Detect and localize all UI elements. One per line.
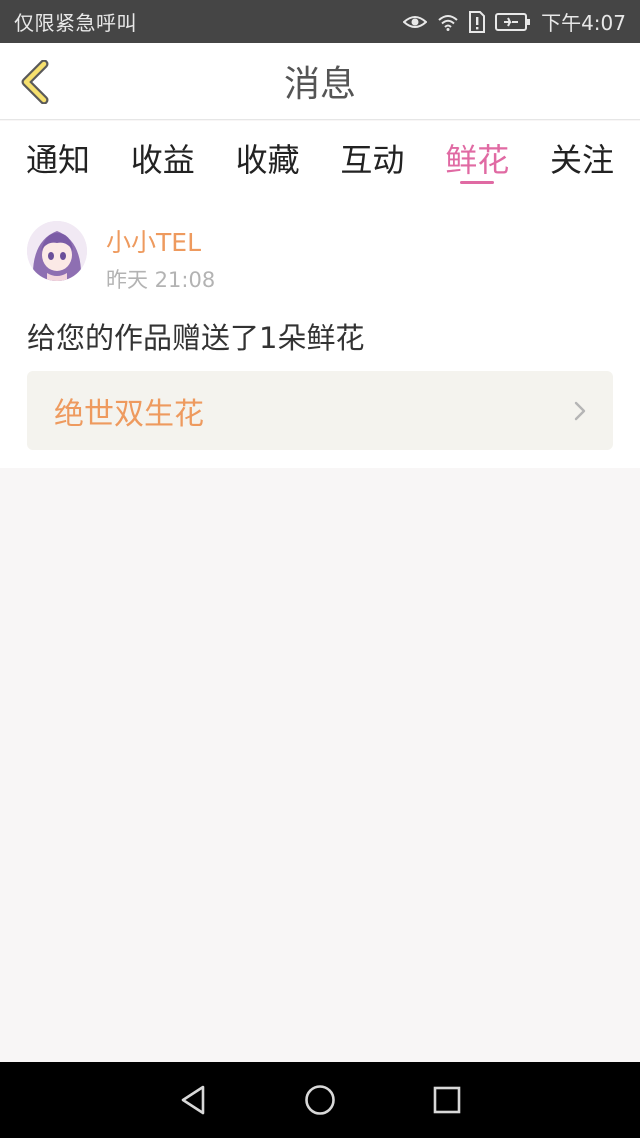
chevron-right-icon [574, 401, 586, 420]
avatar[interactable] [27, 221, 87, 281]
avatar-image [27, 221, 87, 281]
status-icons: 下午4:07 [403, 7, 626, 36]
chevron-left-icon [21, 60, 49, 104]
tab-favorites[interactable]: 收藏 [236, 121, 300, 193]
status-bar: 仅限紧急呼叫 下午4:07 [0, 0, 640, 43]
recents-square-icon [433, 1086, 460, 1114]
active-tab-indicator [460, 181, 495, 184]
nav-recents-button[interactable] [422, 1075, 472, 1125]
tab-label: 互动 [340, 141, 405, 179]
timestamp: 昨天 21:08 [106, 268, 216, 292]
tab-label: 通知 [26, 141, 91, 179]
status-carrier-text: 仅限紧急呼叫 [14, 11, 137, 35]
wifi-icon [437, 13, 459, 31]
tab-label: 收益 [130, 141, 195, 179]
sim-alert-icon [469, 10, 486, 33]
message-text: 给您的作品赠送了1朵鲜花 [27, 321, 365, 355]
eye-icon [403, 14, 428, 30]
tab-notifications[interactable]: 通知 [26, 121, 90, 193]
tab-label: 关注 [549, 141, 614, 179]
tab-bar: 通知 收益 收藏 互动 鲜花 关注 [0, 121, 640, 193]
work-title: 绝世双生花 [54, 396, 204, 432]
nav-home-button[interactable] [295, 1075, 345, 1125]
work-link[interactable]: 绝世双生花 [27, 371, 613, 450]
tab-earnings[interactable]: 收益 [131, 121, 195, 193]
status-time: 下午4:07 [541, 11, 626, 35]
home-circle-icon [305, 1085, 335, 1115]
tab-label: 收藏 [235, 141, 300, 179]
tab-following[interactable]: 关注 [550, 121, 614, 193]
username[interactable]: 小小TEL [106, 223, 201, 259]
back-button[interactable] [14, 59, 54, 105]
message-item: 小小TEL 昨天 21:08 给您的作品赠送了1朵鲜花 绝世双生花 [0, 193, 640, 468]
tab-label: 鲜花 [445, 141, 510, 179]
battery-charging-icon [495, 12, 531, 31]
tab-flowers[interactable]: 鲜花 [445, 121, 509, 193]
header: 消息 [0, 43, 640, 120]
system-nav-bar [0, 1062, 640, 1138]
page-title: 消息 [283, 64, 356, 105]
tab-interactions[interactable]: 互动 [340, 121, 404, 193]
back-triangle-icon [182, 1085, 205, 1115]
nav-back-button[interactable] [168, 1075, 218, 1125]
